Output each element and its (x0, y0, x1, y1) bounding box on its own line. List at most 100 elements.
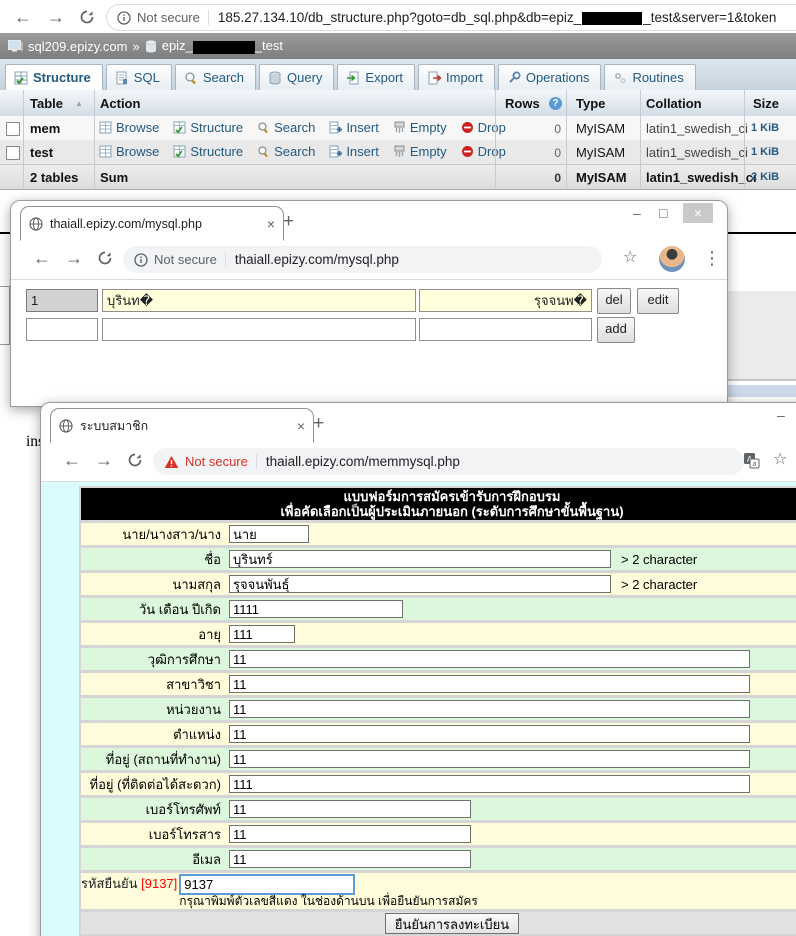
field-label: ที่อยู่ (สถานที่ทำงาน) (81, 748, 227, 770)
add-button[interactable]: add (597, 317, 635, 343)
tab-operations[interactable]: Operations (498, 64, 602, 90)
drop-link[interactable]: Drop (461, 144, 506, 159)
forward-icon[interactable]: → (95, 451, 113, 469)
breadcrumb-server[interactable]: sql209.epizy.com (28, 39, 127, 54)
col-table[interactable]: Table (30, 96, 63, 111)
window-titlebar[interactable]: thaiall.epizy.com/mysql.php × + – □ × (11, 201, 727, 240)
new-surname-field[interactable] (419, 318, 592, 341)
work-address-input[interactable] (229, 750, 750, 768)
browser-tab[interactable]: ระบบสมาชิก × (50, 408, 314, 443)
browser-tab[interactable]: thaiall.epizy.com/mysql.php × (20, 206, 284, 241)
row-checkbox[interactable] (6, 146, 20, 160)
back-icon[interactable]: ← (63, 451, 81, 469)
minimize-icon[interactable]: – (777, 407, 785, 423)
window-titlebar[interactable]: ระบบสมาชิก × + – (41, 403, 796, 442)
insert-link[interactable]: Insert (329, 120, 379, 135)
col-size[interactable]: Size (753, 96, 779, 111)
tab-import[interactable]: Import (418, 64, 495, 90)
new-name-field[interactable] (102, 318, 416, 341)
address-bar[interactable]: Not secure thaiall.epizy.com/mysql.php (123, 246, 602, 273)
lastname-input[interactable] (229, 575, 611, 593)
tab-search[interactable]: Search (175, 64, 256, 90)
reload-icon[interactable] (79, 9, 95, 25)
warning-icon[interactable] (164, 455, 179, 469)
tab-structure[interactable]: Structure (5, 64, 103, 90)
record-name-field[interactable]: บุรินท� (102, 289, 416, 312)
education-input[interactable] (229, 650, 750, 668)
info-icon[interactable] (134, 253, 148, 267)
routines-icon (613, 71, 627, 85)
collation[interactable]: latin1_swedish_ci (646, 145, 748, 160)
col-type[interactable]: Type (576, 96, 605, 111)
submit-button[interactable]: ยืนยันการลงทะเบียน (385, 913, 519, 934)
confirm-code-input[interactable] (179, 874, 355, 895)
tab-close-icon[interactable]: × (297, 418, 305, 434)
close-window-icon[interactable]: × (683, 203, 713, 223)
del-button[interactable]: del (597, 288, 631, 314)
maximize-icon[interactable]: □ (659, 205, 667, 221)
minimize-icon[interactable]: – (633, 205, 641, 221)
tab-sql[interactable]: SQL (106, 64, 172, 90)
tab-label: Operations (526, 70, 590, 85)
row-checkbox[interactable] (6, 122, 20, 136)
field-label: หน่วยงาน (81, 698, 227, 720)
new-id-field[interactable] (26, 318, 98, 341)
collation[interactable]: latin1_swedish_ci (646, 121, 748, 136)
drop-link[interactable]: Drop (461, 120, 506, 135)
form-title-line2: เพื่อคัดเลือกเป็นผู้ประเมินภายนอก (ระดับ… (81, 504, 796, 519)
search-link[interactable]: Search (257, 144, 315, 159)
help-icon[interactable]: ? (549, 97, 562, 110)
tab-routines[interactable]: Routines (604, 64, 695, 90)
structure-link[interactable]: Structure (173, 144, 243, 159)
title-input[interactable] (229, 525, 309, 543)
reload-icon[interactable] (127, 452, 143, 468)
back-icon[interactable]: ← (14, 8, 32, 26)
col-collation[interactable]: Collation (646, 96, 702, 111)
age-input[interactable] (229, 625, 295, 643)
database-icon (145, 40, 157, 53)
browser1-address-bar[interactable]: Not secure 185.27.134.10/db_structure.ph… (106, 4, 796, 31)
fax-input[interactable] (229, 825, 471, 843)
breadcrumb-db[interactable]: epiz__test (162, 38, 283, 53)
new-tab-button[interactable]: + (283, 211, 294, 233)
browse-link[interactable]: Browse (99, 120, 159, 135)
organization-input[interactable] (229, 700, 750, 718)
reload-icon[interactable] (97, 250, 113, 266)
edit-button[interactable]: edit (637, 288, 679, 314)
bookmark-star-icon[interactable]: ☆ (623, 250, 637, 266)
size: 2 KiB (751, 171, 779, 183)
tab-close-icon[interactable]: × (267, 216, 275, 232)
phone-input[interactable] (229, 800, 471, 818)
email-input[interactable] (229, 850, 471, 868)
info-icon[interactable] (117, 11, 131, 25)
position-input[interactable] (229, 725, 750, 743)
table-name[interactable]: mem (30, 121, 60, 136)
search-link[interactable]: Search (257, 120, 315, 135)
record-surname-field[interactable]: รุจจนพ� (419, 289, 592, 312)
field-label: รหัสยืนยัน [9137] (81, 873, 177, 909)
structure-link[interactable]: Structure (173, 120, 243, 135)
empty-link[interactable]: Empty (393, 144, 447, 159)
forward-icon[interactable]: → (65, 249, 83, 267)
major-input[interactable] (229, 675, 750, 693)
empty-link[interactable]: Empty (393, 120, 447, 135)
back-icon[interactable]: ← (33, 249, 51, 267)
address-bar[interactable]: Not secure thaiall.epizy.com/memmysql.ph… (153, 448, 744, 475)
tab-export[interactable]: Export (337, 64, 415, 90)
profile-avatar[interactable] (659, 246, 685, 272)
browse-link[interactable]: Browse (99, 144, 159, 159)
firstname-input[interactable] (229, 550, 611, 568)
insert-link[interactable]: Insert (329, 144, 379, 159)
contact-address-input[interactable] (229, 775, 750, 793)
col-rows[interactable]: Rows (505, 96, 540, 111)
translate-icon[interactable]: Aa (743, 452, 760, 469)
birthdate-input[interactable] (229, 600, 403, 618)
menu-icon[interactable]: ⋮ (703, 249, 721, 267)
table-name[interactable]: test (30, 145, 53, 160)
tab-label: Query (287, 70, 322, 85)
collation: latin1_swedish_ci (646, 170, 757, 185)
new-tab-button[interactable]: + (313, 413, 324, 435)
bookmark-star-icon[interactable]: ☆ (773, 452, 787, 468)
forward-icon[interactable]: → (47, 8, 65, 26)
tab-query[interactable]: Query (259, 64, 334, 90)
